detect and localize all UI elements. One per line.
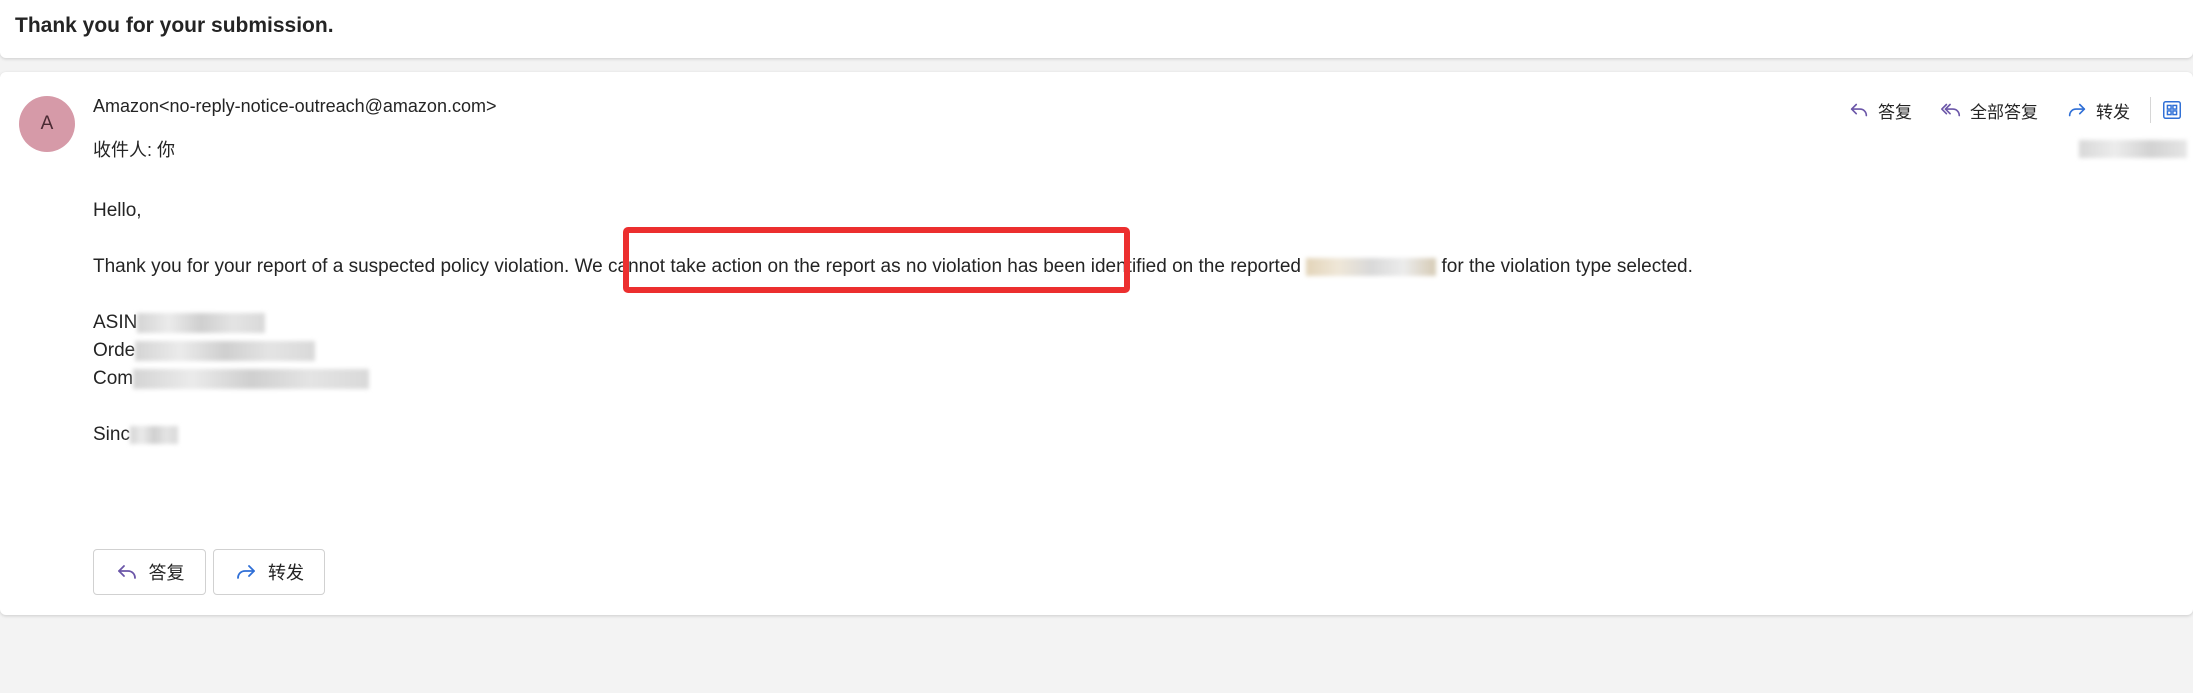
forward-button[interactable]: 转发 (2052, 98, 2144, 123)
closing-label: Sinc (93, 424, 130, 445)
footer-reply-button[interactable]: 答复 (93, 549, 206, 595)
recipient-line: 收件人: 你 (93, 136, 175, 162)
comment-label: Com (93, 368, 134, 389)
order-label: Orde (93, 340, 136, 361)
footer-reply-label: 答复 (148, 563, 185, 583)
reply-arrow-icon (1850, 103, 1868, 117)
reply-button[interactable]: 答复 (1834, 98, 1926, 123)
reply-arrow-icon (117, 565, 136, 579)
received-date-redacted (2079, 140, 2187, 158)
closing-line: Sinc (93, 424, 178, 446)
order-line: Orde (93, 340, 316, 362)
forward-label: 转发 (2096, 102, 2130, 122)
recipient-value[interactable]: 你 (157, 140, 175, 160)
recipient-label: 收件人: (93, 140, 153, 160)
forward-arrow-icon (237, 565, 255, 579)
footer-forward-label: 转发 (268, 563, 304, 583)
subject-bar: Thank you for your submission. (0, 0, 2193, 58)
body-line-1-end: for the violation type selected. (1441, 256, 1693, 277)
reply-all-button[interactable]: 全部答复 (1926, 98, 2052, 123)
asin-label: ASIN (93, 312, 138, 333)
actions-divider (2150, 97, 2151, 123)
sender-address[interactable]: Amazon<no-reply-notice-outreach@amazon.c… (93, 96, 496, 117)
comment-line: Com (93, 368, 370, 390)
body-line-1-start: Thank you for your report of a suspected… (93, 256, 570, 277)
redacted-item (1306, 257, 1437, 276)
redacted-asin (137, 312, 266, 333)
body-greeting: Hello, (93, 200, 142, 221)
forward-arrow-icon (2068, 103, 2086, 117)
reply-all-label: 全部答复 (1970, 102, 2038, 122)
redacted-closing (129, 425, 178, 444)
grid-view-icon[interactable] (2161, 99, 2183, 121)
footer-forward-button[interactable]: 转发 (213, 549, 325, 595)
redacted-order (135, 340, 316, 361)
redacted-comment (133, 368, 370, 389)
message-card: A Amazon<no-reply-notice-outreach@amazon… (0, 72, 2193, 615)
email-subject: Thank you for your submission. (15, 14, 334, 37)
asin-line: ASIN (93, 312, 266, 334)
message-actions: 答复 全部答复 转发 (1834, 94, 2193, 126)
red-annotation-box (623, 227, 1130, 293)
sender-avatar[interactable]: A (19, 96, 75, 152)
reply-all-arrow-icon (1941, 103, 1961, 117)
reply-label: 答复 (1878, 102, 1912, 122)
